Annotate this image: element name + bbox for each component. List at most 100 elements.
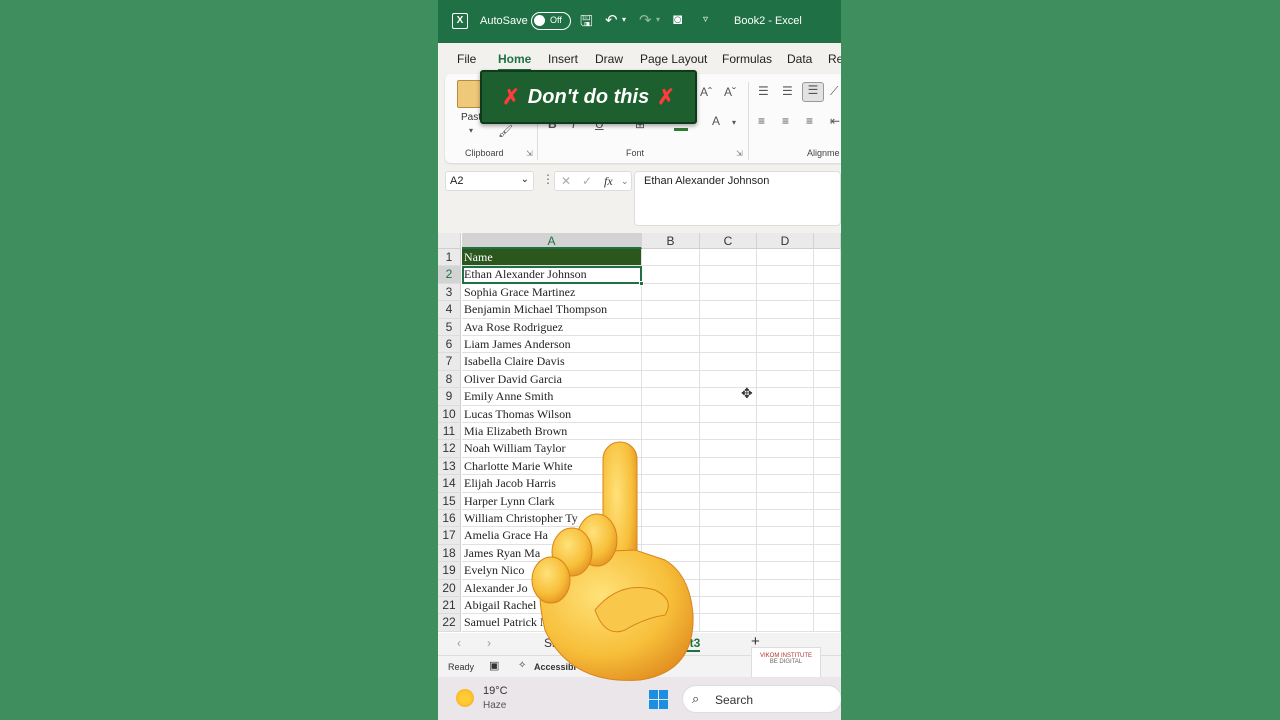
- row-header[interactable]: 5: [438, 318, 461, 336]
- cell-e[interactable]: [814, 301, 841, 319]
- cell-d[interactable]: [757, 405, 814, 423]
- row-header[interactable]: 8: [438, 370, 461, 389]
- weather-icon[interactable]: [456, 689, 474, 707]
- tab-file[interactable]: File: [457, 52, 476, 66]
- cell-e[interactable]: [814, 370, 841, 389]
- column-header-a[interactable]: A: [462, 233, 642, 249]
- cell-c[interactable]: [700, 249, 757, 267]
- cell-d[interactable]: [757, 318, 814, 336]
- select-all-corner[interactable]: [438, 233, 461, 249]
- row-header[interactable]: 2: [438, 266, 461, 284]
- align-center-icon[interactable]: ≡: [782, 114, 789, 128]
- undo-icon[interactable]: ↶: [605, 11, 618, 29]
- formula-input[interactable]: Ethan Alexander Johnson: [634, 171, 841, 226]
- cell-b[interactable]: [642, 266, 700, 284]
- font-color-dropdown-icon[interactable]: ▾: [732, 118, 736, 127]
- cell-b[interactable]: [642, 370, 700, 389]
- cell-e[interactable]: [814, 579, 841, 597]
- row-header[interactable]: 14: [438, 475, 461, 493]
- chevron-down-icon[interactable]: ⌄: [521, 174, 529, 185]
- font-color-icon[interactable]: A: [712, 114, 720, 128]
- cell-b[interactable]: [642, 353, 700, 371]
- macro-record-icon[interactable]: ▣: [489, 659, 499, 672]
- taskbar-search[interactable]: ⌕ Search: [682, 685, 841, 713]
- cell-e[interactable]: [814, 423, 841, 441]
- cell-d[interactable]: [757, 301, 814, 319]
- enter-icon[interactable]: ✓: [582, 174, 592, 188]
- camera-icon[interactable]: ◙: [673, 11, 682, 28]
- cell-c[interactable]: [700, 562, 757, 580]
- cell-a[interactable]: Emily Anne Smith: [462, 388, 642, 406]
- decrease-font-icon[interactable]: Aˇ: [724, 85, 736, 99]
- cell-d[interactable]: [757, 353, 814, 371]
- align-right-icon[interactable]: ≡: [806, 114, 813, 128]
- align-top-icon[interactable]: ☰: [758, 84, 769, 98]
- cell-d[interactable]: [757, 597, 814, 615]
- increase-font-icon[interactable]: Aˆ: [700, 85, 712, 99]
- cell-e[interactable]: [814, 544, 841, 563]
- cell-e[interactable]: [814, 510, 841, 528]
- cell-d[interactable]: [757, 266, 814, 284]
- row-header[interactable]: 10: [438, 405, 461, 423]
- cell-e[interactable]: [814, 318, 841, 336]
- column-header-d[interactable]: D: [757, 233, 814, 249]
- chevron-left-icon[interactable]: ‹: [457, 636, 461, 650]
- cell-e[interactable]: [814, 597, 841, 615]
- cell-a[interactable]: Isabella Claire Davis: [462, 353, 642, 371]
- fill-color-icon[interactable]: [674, 128, 688, 131]
- cancel-icon[interactable]: ✕: [561, 174, 571, 188]
- tab-page-layout[interactable]: Page Layout: [640, 52, 707, 66]
- save-icon[interactable]: 🖫: [580, 11, 593, 36]
- cell-a[interactable]: Lucas Thomas Wilson: [462, 405, 642, 423]
- cell-e[interactable]: [814, 353, 841, 371]
- cell-d[interactable]: [757, 614, 814, 632]
- cell-d[interactable]: [757, 510, 814, 528]
- more-icon[interactable]: ⋮: [542, 172, 554, 186]
- row-header[interactable]: 18: [438, 544, 461, 563]
- cell-e[interactable]: [814, 562, 841, 580]
- cell-d[interactable]: [757, 388, 814, 406]
- cell-c[interactable]: [700, 579, 757, 597]
- cell-c[interactable]: [700, 336, 757, 354]
- cell-d[interactable]: [757, 457, 814, 476]
- cell-a[interactable]: Sophia Grace Martinez: [462, 283, 642, 302]
- cell-e[interactable]: [814, 336, 841, 354]
- cell-d[interactable]: [757, 544, 814, 563]
- cell-c[interactable]: [700, 544, 757, 563]
- cell-a[interactable]: Ethan Alexander Johnson: [462, 266, 642, 284]
- row-header[interactable]: 11: [438, 423, 461, 441]
- cell-d[interactable]: [757, 440, 814, 458]
- paste-icon[interactable]: [457, 80, 481, 108]
- cell-e[interactable]: [814, 527, 841, 545]
- column-header-c[interactable]: C: [700, 233, 757, 249]
- cell-c[interactable]: [700, 440, 757, 458]
- orientation-icon[interactable]: ⟋: [830, 84, 838, 99]
- row-header[interactable]: 21: [438, 597, 461, 615]
- redo-icon[interactable]: ↷: [639, 11, 652, 29]
- cell-d[interactable]: [757, 336, 814, 354]
- cell-d[interactable]: [757, 475, 814, 493]
- row-header[interactable]: 1: [438, 249, 461, 267]
- cell-c[interactable]: [700, 492, 757, 510]
- row-header[interactable]: 4: [438, 301, 461, 319]
- cell-e[interactable]: [814, 614, 841, 632]
- cell-a[interactable]: Oliver David Garcia: [462, 370, 642, 389]
- cell-d[interactable]: [757, 423, 814, 441]
- cell-d[interactable]: [757, 527, 814, 545]
- cell-c[interactable]: [700, 318, 757, 336]
- cell-c[interactable]: [700, 457, 757, 476]
- row-header[interactable]: 13: [438, 457, 461, 476]
- cell-e[interactable]: [814, 266, 841, 284]
- cell-a[interactable]: Name: [462, 249, 642, 267]
- cell-c[interactable]: [700, 597, 757, 615]
- cell-b[interactable]: [642, 301, 700, 319]
- cell-d[interactable]: [757, 579, 814, 597]
- cell-b[interactable]: [642, 283, 700, 302]
- cell-e[interactable]: [814, 475, 841, 493]
- cell-b[interactable]: [642, 405, 700, 423]
- cell-b[interactable]: [642, 336, 700, 354]
- cell-c[interactable]: [700, 527, 757, 545]
- align-middle-icon[interactable]: ☰: [782, 84, 793, 98]
- cell-c[interactable]: [700, 266, 757, 284]
- cell-d[interactable]: [757, 283, 814, 302]
